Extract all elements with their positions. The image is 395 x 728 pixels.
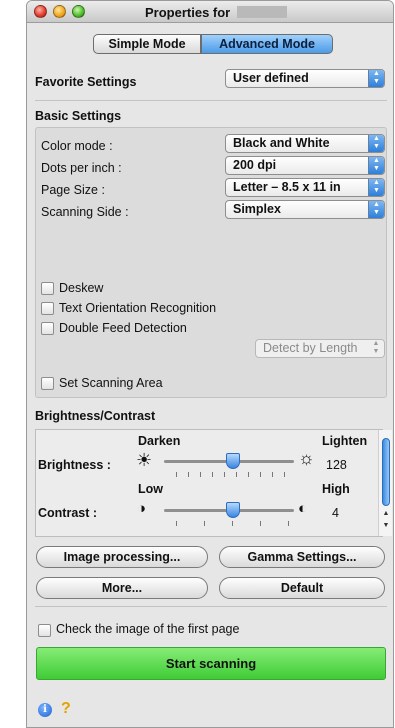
- zoom-window-icon[interactable]: [72, 5, 85, 18]
- tick: [232, 521, 233, 526]
- sun-dark-icon: ☀: [136, 450, 153, 470]
- favorite-settings-popup[interactable]: User defined ▲ ▼: [225, 69, 385, 88]
- image-processing-button[interactable]: Image processing...: [36, 546, 208, 568]
- page-size-value: Letter – 8.5 x 11 in: [233, 180, 341, 194]
- brightness-slider-thumb[interactable]: [226, 453, 240, 469]
- start-scanning-button[interactable]: Start scanning: [36, 647, 386, 680]
- color-mode-value: Black and White: [233, 136, 330, 150]
- brightness-value: 128: [326, 458, 347, 472]
- favorite-settings-label: Favorite Settings: [35, 75, 137, 89]
- scanning-side-value: Simplex: [233, 202, 281, 216]
- contrast-low-icon: ◑: [137, 500, 147, 517]
- minimize-window-icon[interactable]: [53, 5, 66, 18]
- lighten-label: Lighten: [322, 434, 368, 448]
- brightness-contrast-heading: Brightness/Contrast: [35, 409, 156, 423]
- dpi-popup[interactable]: 200 dpi ▲ ▼: [225, 156, 385, 175]
- tick: [224, 472, 225, 477]
- high-label: High: [322, 482, 350, 496]
- tick: [260, 521, 261, 526]
- title-bar: Properties for: [27, 1, 393, 23]
- page-size-label: Page Size :: [41, 183, 105, 197]
- scroll-down-arrow-icon[interactable]: ▼: [382, 522, 390, 529]
- tick: [272, 472, 273, 477]
- contrast-value: 4: [332, 506, 339, 520]
- properties-window: Properties for Simple Mode Advanced Mode…: [26, 0, 394, 728]
- popup-arrows-icon: ▲ ▼: [368, 157, 384, 174]
- default-button[interactable]: Default: [219, 577, 385, 599]
- popup-arrows-icon: ▲ ▼: [368, 135, 384, 152]
- vertical-scrollbar[interactable]: ▲ ▼: [378, 430, 392, 536]
- darken-label: Darken: [138, 434, 181, 448]
- text-orientation-label: Text Orientation Recognition: [59, 301, 217, 315]
- popup-arrows-icon: ▲ ▼: [368, 70, 384, 87]
- window-title: Properties for: [145, 5, 231, 20]
- contrast-high-icon: ◐: [298, 500, 308, 517]
- double-feed-label: Double Feed Detection: [59, 321, 187, 335]
- deskew-checkbox[interactable]: [41, 282, 54, 295]
- tick: [236, 472, 237, 477]
- dpi-value: 200 dpi: [233, 158, 277, 172]
- double-feed-checkbox[interactable]: [41, 322, 54, 335]
- text-orientation-checkbox[interactable]: [41, 302, 54, 315]
- tick: [200, 472, 201, 477]
- dpi-label: Dots per inch :: [41, 161, 122, 175]
- color-mode-label: Color mode :: [41, 139, 113, 153]
- tick: [248, 472, 249, 477]
- advanced-mode-tab[interactable]: Advanced Mode: [201, 34, 333, 54]
- detect-by-value: Detect by Length: [263, 341, 358, 355]
- popup-arrows-icon: ▲ ▼: [368, 201, 384, 218]
- tick: [288, 521, 289, 526]
- tick: [284, 472, 285, 477]
- tick: [176, 472, 177, 477]
- scanning-side-label: Scanning Side :: [41, 205, 129, 219]
- gamma-settings-button[interactable]: Gamma Settings...: [219, 546, 385, 568]
- detect-by-popup[interactable]: Detect by Length ▲ ▼: [255, 339, 385, 358]
- tick: [188, 472, 189, 477]
- simple-mode-tab[interactable]: Simple Mode: [93, 34, 201, 54]
- favorite-settings-value: User defined: [233, 71, 309, 85]
- tick: [260, 472, 261, 477]
- check-first-page-label: Check the image of the first page: [56, 622, 240, 636]
- tick: [212, 472, 213, 477]
- basic-settings-heading: Basic Settings: [35, 109, 122, 123]
- set-scanning-area-label: Set Scanning Area: [59, 376, 163, 390]
- contrast-label: Contrast :: [38, 506, 98, 520]
- low-label: Low: [138, 482, 163, 496]
- page-size-popup[interactable]: Letter – 8.5 x 11 in ▲ ▼: [225, 178, 385, 197]
- scrollbar-thumb[interactable]: [382, 438, 390, 506]
- scanning-side-popup[interactable]: Simplex ▲ ▼: [225, 200, 385, 219]
- tick: [176, 521, 177, 526]
- set-scanning-area-checkbox[interactable]: [41, 377, 54, 390]
- sun-light-icon: ☼: [298, 448, 315, 468]
- contrast-slider-thumb[interactable]: [226, 502, 240, 518]
- info-icon[interactable]: i: [38, 703, 52, 717]
- more-button[interactable]: More...: [36, 577, 208, 599]
- help-icon[interactable]: ?: [61, 700, 71, 718]
- check-first-page-checkbox[interactable]: [38, 624, 51, 637]
- redacted-scanner-name: [237, 6, 287, 18]
- color-mode-popup[interactable]: Black and White ▲ ▼: [225, 134, 385, 153]
- scroll-up-arrow-icon[interactable]: ▲: [382, 510, 390, 517]
- popup-arrows-icon: ▲ ▼: [368, 179, 384, 196]
- tick: [204, 521, 205, 526]
- divider: [35, 606, 387, 607]
- popup-arrows-icon: ▲ ▼: [368, 340, 384, 357]
- close-window-icon[interactable]: [34, 5, 47, 18]
- deskew-label: Deskew: [59, 281, 104, 295]
- brightness-contrast-scroll-area: Darken Lighten Brightness : ☀ ☼ 128 Low …: [35, 429, 392, 537]
- divider: [35, 100, 387, 101]
- brightness-label: Brightness :: [38, 458, 111, 472]
